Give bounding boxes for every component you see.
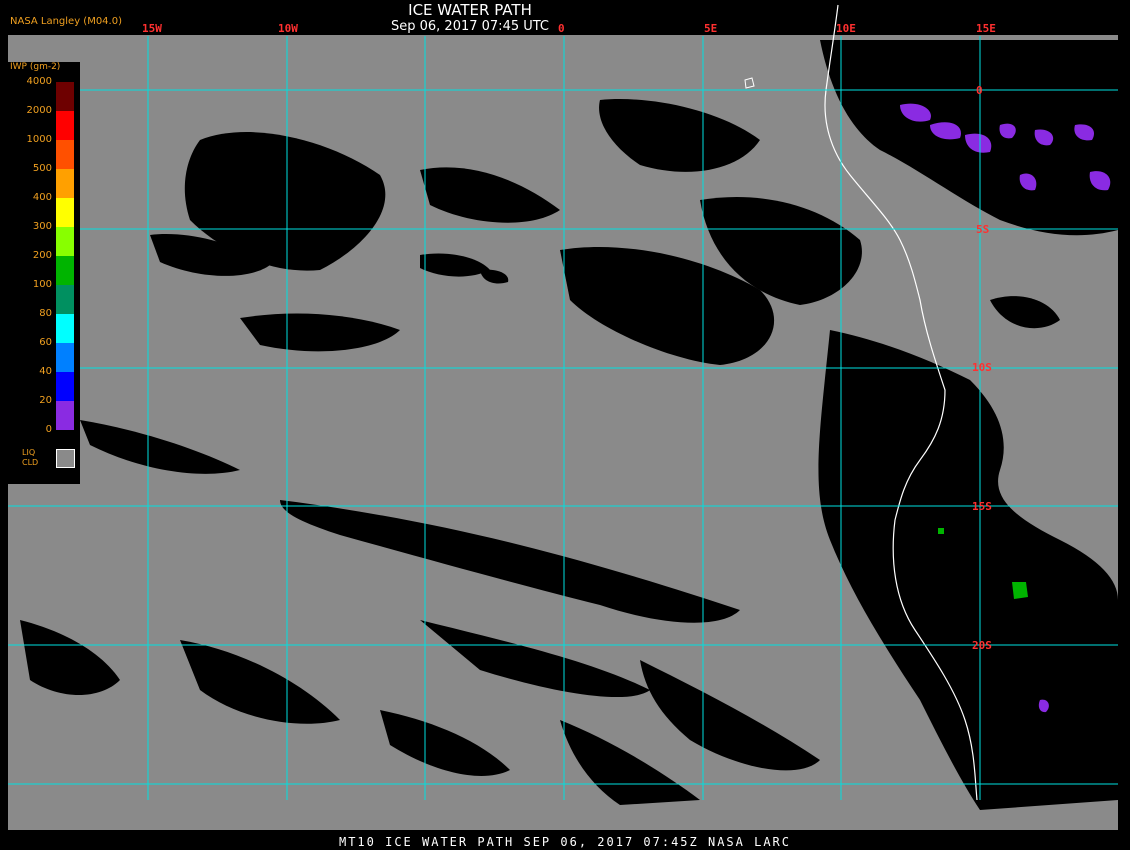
provider-label: NASA Langley (M04.0) bbox=[10, 16, 122, 27]
legend-label: 2000 bbox=[26, 105, 52, 116]
legend-label: 40 bbox=[39, 366, 52, 377]
legend-swatch bbox=[56, 401, 74, 430]
legend-label: 80 bbox=[39, 308, 52, 319]
footer-caption: MT10 ICE WATER PATH SEP 06, 2017 07:45Z … bbox=[338, 835, 791, 849]
legend-swatch bbox=[56, 343, 74, 372]
lat-label-10s: 10S bbox=[972, 361, 992, 374]
legend-swatch bbox=[56, 82, 74, 111]
legend-label: 60 bbox=[39, 337, 52, 348]
liquid-cloud-swatch bbox=[56, 449, 75, 468]
lon-label-10e: 10E bbox=[836, 22, 856, 35]
legend-label: 0 bbox=[45, 424, 52, 435]
lon-label-15e: 15E bbox=[976, 22, 996, 35]
map-canvas[interactable] bbox=[0, 0, 1130, 850]
legend-label: 4000 bbox=[26, 76, 52, 87]
satellite-map-view: ICE WATER PATH Sep 06, 2017 07:45 UTC NA… bbox=[0, 0, 1130, 850]
lon-label-10w: 10W bbox=[278, 22, 298, 35]
lat-label-20s: 20S bbox=[972, 639, 992, 652]
color-legend: IWP (gm-2) 4000 2000 1000 500 400 300 20… bbox=[8, 62, 80, 484]
legend-swatch bbox=[56, 372, 74, 401]
legend-swatch bbox=[56, 198, 74, 227]
legend-swatch bbox=[56, 111, 74, 140]
lat-label-15s: 15S bbox=[972, 500, 992, 513]
lon-label-5e: 5E bbox=[704, 22, 718, 35]
lon-label-0: 0 bbox=[558, 22, 565, 35]
legend-unit-label: IWP (gm-2) bbox=[10, 62, 61, 72]
liquid-cloud-label: LIQ CLD bbox=[22, 448, 39, 467]
legend-swatch bbox=[56, 285, 74, 314]
legend-swatch bbox=[56, 140, 74, 169]
legend-label: 200 bbox=[32, 250, 52, 261]
lon-label-15w: 15W bbox=[142, 22, 162, 35]
legend-swatch bbox=[56, 169, 74, 198]
legend-label: 1000 bbox=[26, 134, 52, 145]
legend-label: 500 bbox=[32, 163, 52, 174]
legend-swatch bbox=[56, 314, 74, 343]
legend-label: 100 bbox=[32, 279, 52, 290]
legend-swatch bbox=[56, 227, 74, 256]
legend-swatch bbox=[56, 256, 74, 285]
lat-label-5s: 5S bbox=[976, 223, 990, 236]
map-title: ICE WATER PATH bbox=[408, 1, 532, 19]
legend-label: 400 bbox=[32, 192, 52, 203]
legend-label: 300 bbox=[32, 221, 52, 232]
map-datetime: Sep 06, 2017 07:45 UTC bbox=[390, 19, 550, 34]
legend-label: 20 bbox=[39, 395, 52, 406]
lat-label-0: 0 bbox=[976, 84, 983, 97]
